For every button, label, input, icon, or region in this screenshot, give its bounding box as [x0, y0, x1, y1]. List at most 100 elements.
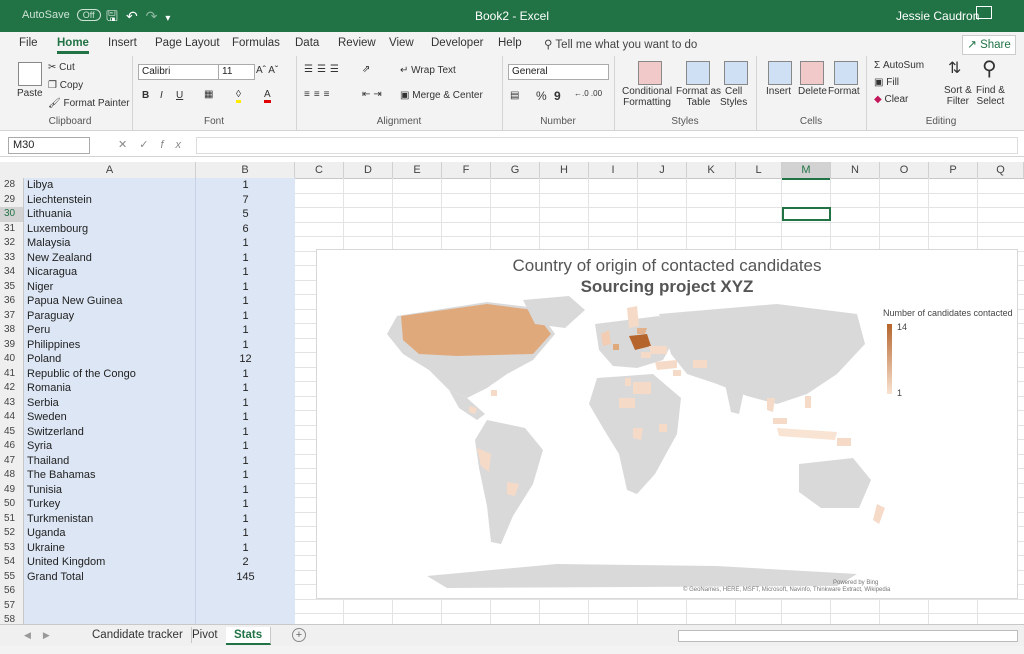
- cell-country[interactable]: United Kingdom: [24, 555, 196, 570]
- share-button[interactable]: ↗ Share: [962, 35, 1016, 55]
- format-as-table-icon[interactable]: [686, 61, 710, 85]
- column-header-q[interactable]: Q: [978, 162, 1024, 179]
- tab-file[interactable]: File: [19, 37, 38, 49]
- cell-country[interactable]: [24, 598, 196, 613]
- merge-center-button[interactable]: ▣ Merge & Center: [400, 90, 483, 101]
- tab-insert[interactable]: Insert: [108, 37, 137, 49]
- cell-count[interactable]: 1: [196, 279, 295, 294]
- grow-font-icon[interactable]: Aˆ Aˇ: [256, 65, 278, 76]
- cell-country[interactable]: Luxembourg: [24, 221, 196, 236]
- cell-count[interactable]: 1: [196, 308, 295, 323]
- row-header[interactable]: 32: [0, 236, 24, 251]
- row-header[interactable]: 40: [0, 352, 24, 367]
- row-header[interactable]: 35: [0, 279, 24, 294]
- row-header[interactable]: 43: [0, 395, 24, 410]
- cell-count[interactable]: 1: [196, 366, 295, 381]
- cell-country[interactable]: Uganda: [24, 526, 196, 541]
- column-header-a[interactable]: A: [24, 162, 196, 179]
- tab-developer[interactable]: Developer: [431, 37, 483, 49]
- sheet-tab-candidate-tracker[interactable]: Candidate tracker: [84, 627, 192, 643]
- row-header[interactable]: 33: [0, 250, 24, 265]
- indent-icons[interactable]: ⇤⇥: [362, 89, 385, 100]
- tab-help[interactable]: Help: [498, 37, 522, 49]
- column-header-k[interactable]: K: [687, 162, 736, 179]
- format-cells-icon[interactable]: [834, 61, 858, 85]
- cell-count[interactable]: 1: [196, 453, 295, 468]
- row-header[interactable]: 44: [0, 410, 24, 425]
- cell-count[interactable]: 1: [196, 395, 295, 410]
- insert-cells-button[interactable]: Insert: [766, 86, 791, 97]
- cell-country[interactable]: Paraguay: [24, 308, 196, 323]
- clear-button[interactable]: ◆ Clear: [874, 94, 908, 105]
- font-color-icon[interactable]: A: [264, 89, 271, 103]
- cell-country[interactable]: Switzerland: [24, 424, 196, 439]
- select-all-corner[interactable]: [0, 162, 25, 179]
- ribbon-display-options-icon[interactable]: [976, 6, 992, 19]
- underline-button[interactable]: U: [176, 90, 183, 101]
- customize-qat-icon[interactable]: ▾: [165, 13, 178, 24]
- cell-country[interactable]: Turkmenistan: [24, 511, 196, 526]
- row-header[interactable]: 39: [0, 337, 24, 352]
- cell-country[interactable]: Ukraine: [24, 540, 196, 555]
- format-as-table-button[interactable]: Format as Table: [676, 86, 721, 108]
- vertical-align-icons[interactable]: ☰☰☰: [304, 64, 343, 75]
- orientation-icon[interactable]: ⇗: [362, 64, 370, 75]
- save-icon[interactable]: 🖫: [106, 8, 126, 24]
- number-format-select[interactable]: General: [508, 64, 609, 80]
- row-header[interactable]: 55: [0, 569, 24, 584]
- paste-icon[interactable]: [18, 62, 42, 86]
- map-chart[interactable]: Country of origin of contacted candidate…: [316, 249, 1018, 599]
- cell-count[interactable]: 1: [196, 468, 295, 483]
- paste-button[interactable]: Paste: [17, 88, 43, 99]
- cell-count[interactable]: 1: [196, 265, 295, 280]
- sheet-tab-pivot[interactable]: Pivot: [184, 627, 227, 643]
- row-header[interactable]: 49: [0, 482, 24, 497]
- user-name[interactable]: Jessie Caudron: [896, 9, 979, 23]
- sort-filter-button[interactable]: Sort & Filter: [944, 85, 972, 107]
- column-header-i[interactable]: I: [589, 162, 638, 179]
- wrap-text-button[interactable]: ↵ Wrap Text: [400, 65, 456, 76]
- column-header-j[interactable]: J: [638, 162, 687, 179]
- cell-count[interactable]: 1: [196, 250, 295, 265]
- accounting-format-icon[interactable]: ▤: [510, 90, 519, 101]
- cell-styles-button[interactable]: Cell Styles: [720, 86, 747, 108]
- row-header[interactable]: 53: [0, 540, 24, 555]
- cell-country[interactable]: Serbia: [24, 395, 196, 410]
- cell-count[interactable]: 6: [196, 221, 295, 236]
- cell-country[interactable]: Grand Total: [24, 569, 196, 584]
- cell-count[interactable]: 1: [196, 236, 295, 251]
- column-header-g[interactable]: G: [491, 162, 540, 179]
- cell-country[interactable]: Papua New Guinea: [24, 294, 196, 309]
- cell-count[interactable]: 1: [196, 540, 295, 555]
- cell-country[interactable]: Sweden: [24, 410, 196, 425]
- row-header[interactable]: 38: [0, 323, 24, 338]
- autosum-button[interactable]: Σ AutoSum: [874, 60, 924, 71]
- cell-count[interactable]: 1: [196, 294, 295, 309]
- cell-count[interactable]: 1: [196, 526, 295, 541]
- cell-count[interactable]: 1: [196, 381, 295, 396]
- column-header-o[interactable]: O: [880, 162, 929, 179]
- cell-country[interactable]: Thailand: [24, 453, 196, 468]
- undo-icon[interactable]: ↶: [126, 8, 146, 24]
- copy-button[interactable]: ❐ Copy: [48, 80, 83, 91]
- cell-count[interactable]: 7: [196, 192, 295, 207]
- column-header-d[interactable]: D: [344, 162, 393, 179]
- cell-country[interactable]: Philippines: [24, 337, 196, 352]
- italic-button[interactable]: I: [160, 90, 163, 101]
- tab-home[interactable]: Home: [57, 37, 89, 54]
- row-header[interactable]: 37: [0, 308, 24, 323]
- cell-country[interactable]: Lithuania: [24, 207, 196, 222]
- sheet-nav-arrows[interactable]: ◀▶: [24, 630, 62, 641]
- row-header[interactable]: 50: [0, 497, 24, 512]
- row-header[interactable]: 47: [0, 453, 24, 468]
- cell-count[interactable]: 1: [196, 424, 295, 439]
- row-header[interactable]: 42: [0, 381, 24, 396]
- font-name-select[interactable]: Calibri: [138, 64, 219, 80]
- cell-count[interactable]: [196, 584, 295, 599]
- decimal-icons[interactable]: ←.0 .00: [574, 89, 602, 98]
- borders-icon[interactable]: ▦: [204, 89, 213, 100]
- sort-filter-icon[interactable]: ⇅: [948, 58, 961, 78]
- cell-count[interactable]: 2: [196, 555, 295, 570]
- cell-count[interactable]: 5: [196, 207, 295, 222]
- row-header[interactable]: 52: [0, 526, 24, 541]
